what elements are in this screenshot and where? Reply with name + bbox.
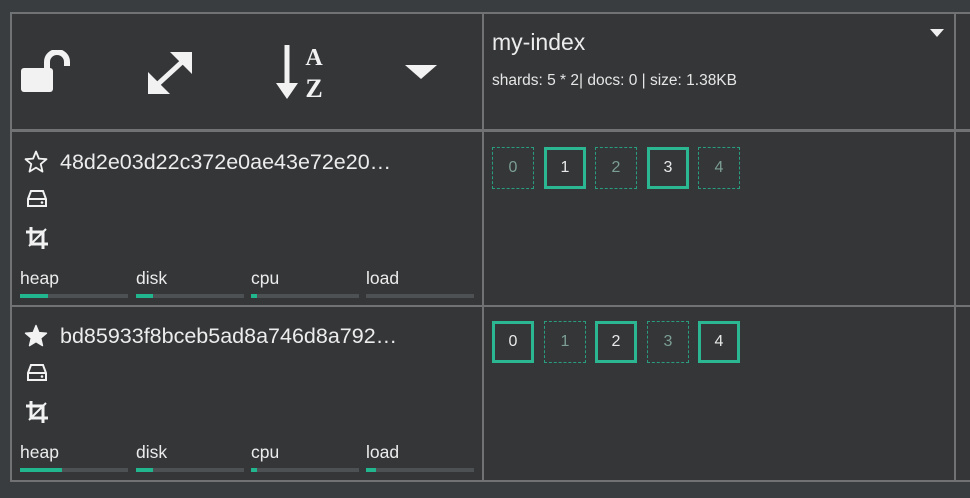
disk-metric: disk bbox=[136, 442, 244, 472]
grid-line bbox=[10, 12, 12, 482]
grid-line bbox=[482, 12, 484, 482]
metric-bar bbox=[366, 294, 474, 298]
shard-box[interactable]: 1 bbox=[544, 147, 586, 189]
shard-box[interactable]: 3 bbox=[647, 321, 689, 363]
disk-drive-icon bbox=[25, 188, 49, 212]
star-outline-icon[interactable] bbox=[24, 150, 48, 174]
metric-label: heap bbox=[20, 442, 59, 462]
metric-label: disk bbox=[136, 442, 168, 462]
shard-box[interactable]: 1 bbox=[544, 321, 586, 363]
shard-box[interactable]: 2 bbox=[595, 147, 637, 189]
heap-metric: heap bbox=[20, 268, 128, 298]
grid-line bbox=[10, 480, 970, 482]
grid-line bbox=[10, 305, 970, 307]
node-name[interactable]: bd85933f8bceb5ad8a746d8a792… bbox=[60, 324, 397, 349]
metric-bar-fill bbox=[251, 294, 258, 298]
metric-bar-fill bbox=[20, 294, 49, 298]
metric-bar-fill bbox=[136, 294, 154, 298]
disk-drive-icon bbox=[25, 362, 49, 386]
index-stats: shards: 5 * 2| docs: 0 | size: 1.38KB bbox=[492, 72, 737, 89]
metric-bar-fill bbox=[20, 468, 63, 472]
load-metric: load bbox=[366, 442, 474, 472]
expand-icon[interactable] bbox=[146, 50, 194, 96]
metric-bar bbox=[366, 468, 474, 472]
unlock-icon[interactable] bbox=[18, 50, 72, 94]
shard-box[interactable]: 4 bbox=[698, 147, 740, 189]
shard-box[interactable]: 4 bbox=[698, 321, 740, 363]
index-name[interactable]: my-index bbox=[492, 29, 585, 56]
metric-label: load bbox=[366, 442, 400, 462]
star-filled-icon[interactable] bbox=[24, 324, 48, 348]
grid-line bbox=[10, 12, 970, 14]
metric-bar-fill bbox=[366, 468, 376, 472]
metric-label: cpu bbox=[251, 268, 280, 288]
metric-label: cpu bbox=[251, 442, 280, 462]
disk-metric: disk bbox=[136, 268, 244, 298]
heap-metric: heap bbox=[20, 442, 128, 472]
crop-icon bbox=[25, 226, 49, 250]
sort-az-icon[interactable]: A Z bbox=[274, 43, 328, 101]
next-column-cell bbox=[956, 13, 970, 480]
shard-box[interactable]: 0 bbox=[492, 147, 534, 189]
metric-bar bbox=[20, 294, 128, 298]
shard-box[interactable]: 2 bbox=[595, 321, 637, 363]
load-metric: load bbox=[366, 268, 474, 298]
metric-label: heap bbox=[20, 268, 59, 288]
shard-box[interactable]: 0 bbox=[492, 321, 534, 363]
metric-bar bbox=[136, 294, 244, 298]
cpu-metric: cpu bbox=[251, 442, 359, 472]
svg-text:Z: Z bbox=[305, 74, 322, 101]
metric-bar-fill bbox=[251, 468, 258, 472]
metric-bar bbox=[20, 468, 128, 472]
svg-text:A: A bbox=[305, 45, 323, 71]
metric-label: disk bbox=[136, 268, 168, 288]
metric-bar bbox=[251, 294, 359, 298]
metric-bar bbox=[136, 468, 244, 472]
node-name[interactable]: 48d2e03d22c372e0ae43e72e20… bbox=[60, 150, 391, 175]
cpu-metric: cpu bbox=[251, 268, 359, 298]
caret-down-icon[interactable] bbox=[402, 60, 440, 82]
metric-bar bbox=[251, 468, 359, 472]
index-menu-caret-icon[interactable] bbox=[930, 29, 944, 37]
metric-label: load bbox=[366, 268, 400, 288]
metric-bar-fill bbox=[136, 468, 154, 472]
shard-box[interactable]: 3 bbox=[647, 147, 689, 189]
grid-line bbox=[954, 12, 956, 482]
grid-line bbox=[10, 129, 970, 132]
crop-icon bbox=[25, 400, 49, 424]
